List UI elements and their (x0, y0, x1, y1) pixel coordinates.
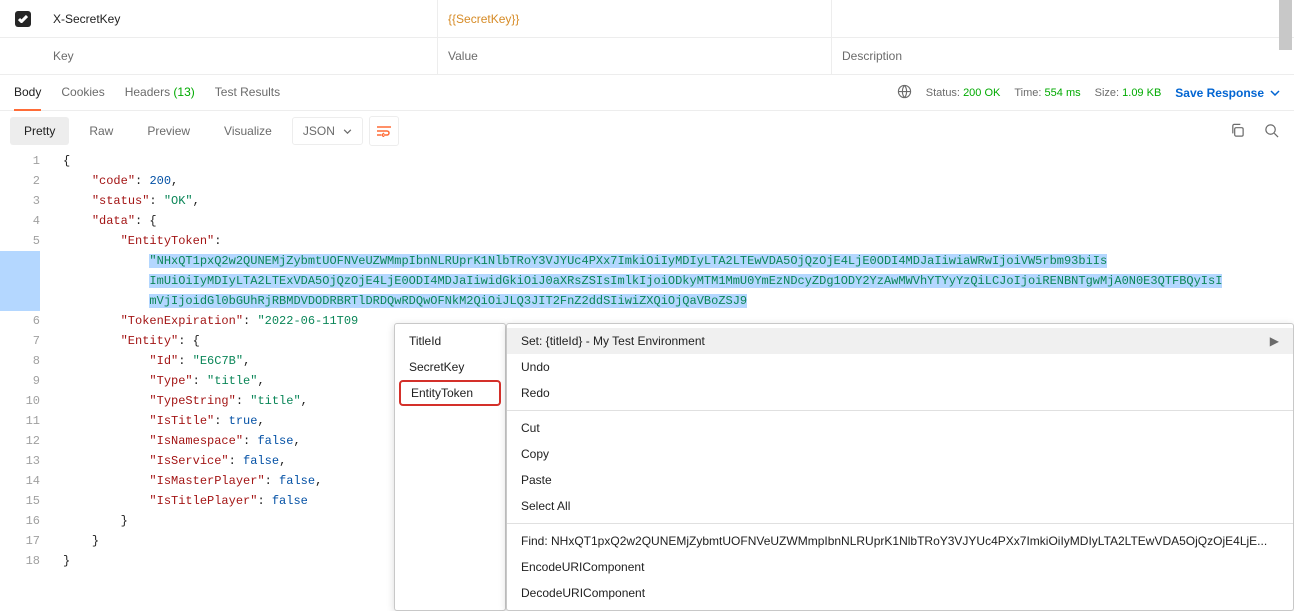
preview-button[interactable]: Preview (133, 117, 204, 145)
menu-item-find[interactable]: Find: NHxQT1pxQ2w2QUNEMjZybmtUOFNVeUZWMm… (507, 528, 1293, 554)
raw-button[interactable]: Raw (75, 117, 127, 145)
header-key[interactable]: X-SecretKey (45, 0, 438, 37)
selected-text: "NHxQT1pxQ2w2QUNEMjZybmtUOFNVeUZWMmpIbnN… (149, 254, 1107, 268)
format-select[interactable]: JSON (292, 117, 363, 145)
menu-item-encode[interactable]: EncodeURIComponent (507, 554, 1293, 580)
globe-icon[interactable] (897, 84, 912, 102)
header-row-new: Key Value Description (0, 37, 1294, 74)
variable-submenu: TitleId SecretKey EntityToken (394, 323, 506, 611)
tab-cookies[interactable]: Cookies (61, 75, 104, 111)
menu-item-entitytoken[interactable]: EntityToken (399, 380, 501, 406)
save-response-button[interactable]: Save Response (1175, 86, 1280, 100)
status-meta: Status: 200 OK (926, 87, 1001, 99)
time-meta: Time: 554 ms (1014, 87, 1080, 99)
menu-item-cut[interactable]: Cut (507, 415, 1293, 441)
header-value-input[interactable]: Value (438, 38, 832, 74)
search-icon[interactable] (1264, 123, 1280, 139)
main-context-menu: Set: {titleId} - My Test Environment ▶ U… (506, 323, 1294, 611)
chevron-down-icon (343, 129, 352, 134)
menu-item-redo[interactable]: Redo (507, 380, 1293, 406)
wrap-lines-button[interactable] (369, 116, 399, 146)
menu-item-set[interactable]: Set: {titleId} - My Test Environment ▶ (507, 328, 1293, 354)
menu-separator (507, 410, 1293, 411)
headers-table: X-SecretKey {{SecretKey}} Key Value Desc… (0, 0, 1294, 75)
response-bar: Body Cookies Headers (13) Test Results S… (0, 75, 1294, 111)
menu-item-select-all[interactable]: Select All (507, 493, 1293, 519)
menu-item-undo[interactable]: Undo (507, 354, 1293, 380)
tab-test-results[interactable]: Test Results (215, 75, 280, 111)
format-bar: Pretty Raw Preview Visualize JSON (0, 111, 1294, 151)
tab-headers[interactable]: Headers (13) (125, 75, 195, 111)
menu-item-titleid[interactable]: TitleId (395, 328, 505, 354)
menu-item-secretkey[interactable]: SecretKey (395, 354, 505, 380)
context-menu: TitleId SecretKey EntityToken Set: {titl… (394, 323, 1294, 611)
menu-separator (507, 523, 1293, 524)
header-value[interactable]: {{SecretKey}} (438, 0, 832, 37)
chevron-right-icon: ▶ (1270, 334, 1279, 348)
header-desc-input[interactable]: Description (832, 49, 1294, 63)
line-gutter: 1 2 3 4 5 6 7 8 9 10 11 12 13 14 15 16 1… (0, 151, 55, 571)
menu-item-copy[interactable]: Copy (507, 441, 1293, 467)
header-key-input[interactable]: Key (45, 38, 438, 74)
tab-body[interactable]: Body (14, 75, 41, 111)
copy-icon[interactable] (1230, 123, 1246, 139)
menu-item-decode[interactable]: DecodeURIComponent (507, 580, 1293, 606)
pretty-button[interactable]: Pretty (10, 117, 69, 145)
header-row: X-SecretKey {{SecretKey}} (0, 0, 1294, 37)
visualize-button[interactable]: Visualize (210, 117, 286, 145)
size-meta: Size: 1.09 KB (1095, 87, 1162, 99)
chevron-down-icon (1270, 90, 1280, 96)
vertical-scrollbar[interactable] (1279, 0, 1293, 82)
menu-item-paste[interactable]: Paste (507, 467, 1293, 493)
row-checkbox[interactable] (15, 11, 31, 27)
